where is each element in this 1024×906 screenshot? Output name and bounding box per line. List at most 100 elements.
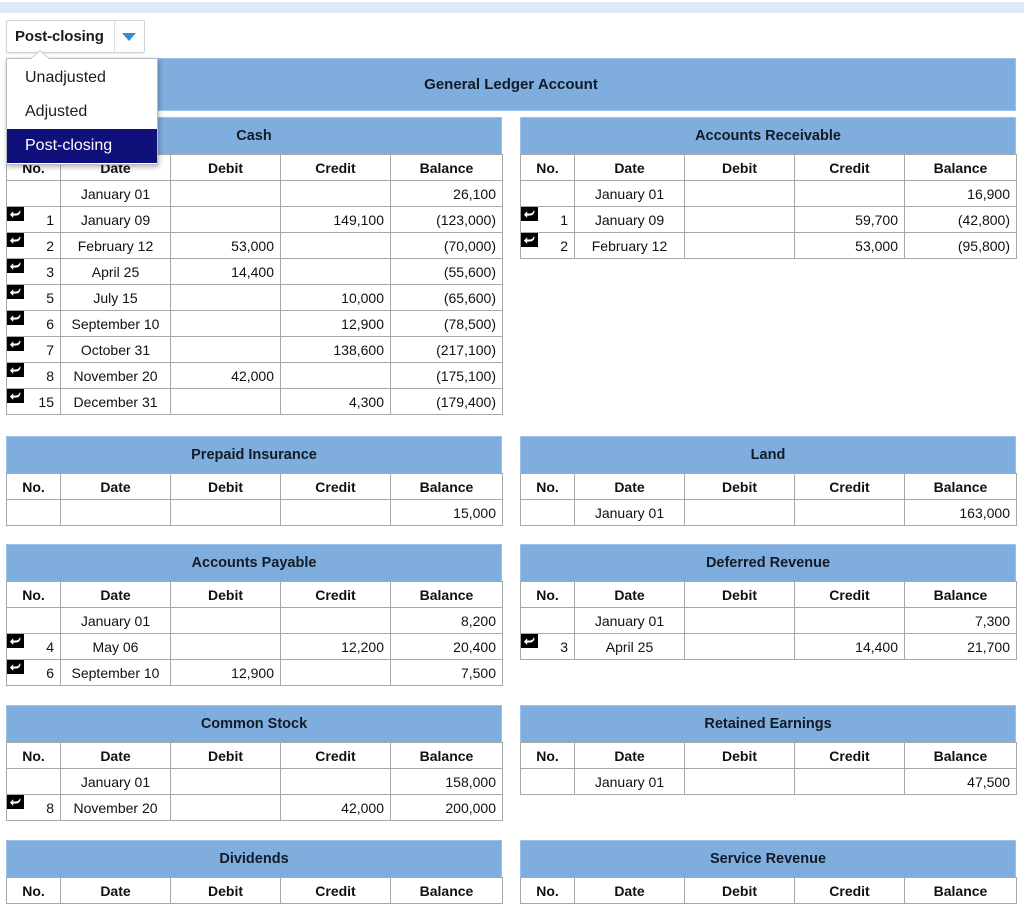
cell-credit xyxy=(280,768,391,795)
cell-date: October 31 xyxy=(60,336,171,363)
return-arrow-icon[interactable] xyxy=(7,207,24,221)
ledger-table: No. Date Debit Credit Balance xyxy=(6,877,503,904)
table-row: 8 November 20 42,000 200,000 xyxy=(6,794,503,821)
cell-balance: 158,000 xyxy=(390,768,503,795)
cell-balance: 8,200 xyxy=(390,607,503,634)
return-arrow-icon[interactable] xyxy=(7,233,24,247)
cell-debit xyxy=(170,180,281,207)
cell-no: 2 xyxy=(6,232,61,259)
column-header: Date xyxy=(574,154,685,181)
cell-credit: 10,000 xyxy=(280,284,391,311)
cell-no xyxy=(6,768,61,795)
account-block: Accounts Receivable No. Date Debit Credit Bal… xyxy=(520,117,1017,259)
column-header: Date xyxy=(60,877,171,904)
return-arrow-icon[interactable] xyxy=(7,363,24,377)
column-header: Balance xyxy=(390,742,503,769)
return-arrow-icon[interactable] xyxy=(521,207,538,221)
period-option-unadjusted[interactable]: Unadjusted xyxy=(7,61,157,95)
return-arrow-icon[interactable] xyxy=(7,660,24,674)
account-block: Common Stock No. Date Debit Credit Balance Jan… xyxy=(6,705,503,821)
cell-no: 3 xyxy=(520,633,575,660)
account-title: Accounts Payable xyxy=(6,544,502,581)
column-header: Credit xyxy=(794,473,905,500)
column-header: Debit xyxy=(170,581,281,608)
cell-date: January 01 xyxy=(60,607,171,634)
column-header: No. xyxy=(520,473,575,500)
cell-date: January 09 xyxy=(60,206,171,233)
cell-balance: 15,000 xyxy=(390,499,503,526)
return-arrow-icon[interactable] xyxy=(7,634,24,648)
column-header: Credit xyxy=(280,877,391,904)
cell-credit: 42,000 xyxy=(280,794,391,821)
table-row: 6 September 10 12,900 7,500 xyxy=(6,659,503,686)
table-row: 6 September 10 12,900 (78,500) xyxy=(6,310,503,337)
column-header: Balance xyxy=(904,877,1017,904)
period-select-arrow[interactable] xyxy=(113,21,144,52)
cell-credit xyxy=(280,180,391,207)
period-select-value[interactable]: Post-closing xyxy=(7,21,114,52)
table-header-row: No. Date Debit Credit Balance xyxy=(6,742,503,769)
table-row: 1 January 09 59,700 (42,800) xyxy=(520,206,1017,233)
period-option-adjusted[interactable]: Adjusted xyxy=(7,95,157,129)
table-header-row: No. Date Debit Credit Balance xyxy=(6,877,503,904)
cell-debit xyxy=(170,388,281,415)
return-arrow-icon[interactable] xyxy=(7,389,24,403)
cell-debit xyxy=(684,607,795,634)
table-row: January 01 158,000 xyxy=(6,768,503,795)
table-row: January 01 47,500 xyxy=(520,768,1017,795)
cell-no: 2 xyxy=(520,232,575,259)
cell-date: January 01 xyxy=(574,607,685,634)
cell-no: 6 xyxy=(6,310,61,337)
column-header: Balance xyxy=(904,473,1017,500)
cell-debit xyxy=(684,499,795,526)
cell-date: September 10 xyxy=(60,659,171,686)
cell-no: 1 xyxy=(6,206,61,233)
return-arrow-icon[interactable] xyxy=(7,285,24,299)
cell-date: February 12 xyxy=(574,232,685,259)
column-header: Balance xyxy=(390,154,503,181)
cell-debit: 53,000 xyxy=(170,232,281,259)
cell-balance: 16,900 xyxy=(904,180,1017,207)
cell-debit xyxy=(170,499,281,526)
ledger-table: No. Date Debit Credit Balance xyxy=(520,877,1017,904)
cell-balance: (42,800) xyxy=(904,206,1017,233)
page-title: General Ledger Account xyxy=(424,76,598,93)
cell-balance: 7,500 xyxy=(390,659,503,686)
cell-debit xyxy=(170,284,281,311)
period-dropdown-menu[interactable]: Unadjusted Adjusted Post-closing xyxy=(6,51,158,165)
cell-no xyxy=(520,499,575,526)
column-header: Balance xyxy=(390,473,503,500)
column-header: Balance xyxy=(390,581,503,608)
cell-balance: (70,000) xyxy=(390,232,503,259)
cell-balance: (175,100) xyxy=(390,362,503,389)
cell-no: 15 xyxy=(6,388,61,415)
column-header: Credit xyxy=(794,742,905,769)
cell-debit xyxy=(170,336,281,363)
period-select[interactable]: Post-closing xyxy=(6,20,145,53)
ledger-table: No. Date Debit Credit Balance January 01 7,300… xyxy=(520,581,1017,660)
cell-debit: 14,400 xyxy=(170,258,281,285)
column-header: Debit xyxy=(170,154,281,181)
return-arrow-icon[interactable] xyxy=(7,795,24,809)
cell-balance: (95,800) xyxy=(904,232,1017,259)
cell-debit xyxy=(684,633,795,660)
table-row: 15,000 xyxy=(6,499,503,526)
period-option-post-closing[interactable]: Post-closing xyxy=(7,129,157,163)
return-arrow-icon[interactable] xyxy=(7,337,24,351)
column-header: Date xyxy=(60,742,171,769)
return-arrow-icon[interactable] xyxy=(521,634,538,648)
table-row: 2 February 12 53,000 (70,000) xyxy=(6,232,503,259)
account-block: Land No. Date Debit Credit Balance January 01 1… xyxy=(520,436,1017,526)
cell-debit xyxy=(170,206,281,233)
return-arrow-icon[interactable] xyxy=(521,233,538,247)
cell-balance: 47,500 xyxy=(904,768,1017,795)
column-header: Credit xyxy=(794,581,905,608)
cell-date: April 25 xyxy=(574,633,685,660)
cell-date: November 20 xyxy=(60,362,171,389)
return-arrow-icon[interactable] xyxy=(7,311,24,325)
column-header: Debit xyxy=(684,877,795,904)
cell-date: July 15 xyxy=(60,284,171,311)
cell-debit xyxy=(684,180,795,207)
cell-balance: 7,300 xyxy=(904,607,1017,634)
return-arrow-icon[interactable] xyxy=(7,259,24,273)
